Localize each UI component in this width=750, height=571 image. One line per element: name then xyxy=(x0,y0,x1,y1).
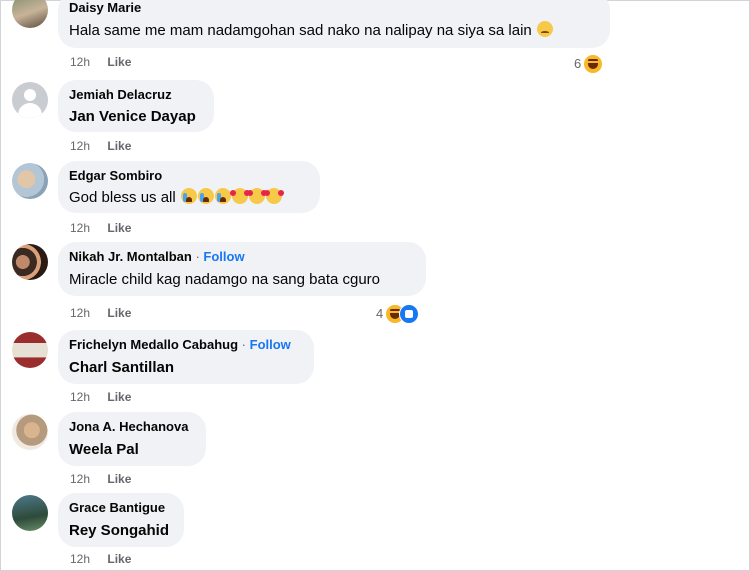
comment-time[interactable]: 12h xyxy=(70,552,90,566)
like-button[interactable]: Like xyxy=(107,472,131,486)
like-reaction-icon xyxy=(399,303,420,324)
separator-dot: · xyxy=(241,337,246,352)
haha-reaction-icon xyxy=(583,53,604,74)
comment-mention[interactable]: Weela Pal xyxy=(69,441,139,458)
comment-author[interactable]: Frichelyn Medallo Cabahug xyxy=(69,337,238,352)
like-button[interactable]: Like xyxy=(107,221,131,235)
comment-actions: 12h Like xyxy=(70,552,131,566)
like-button[interactable]: Like xyxy=(107,55,131,69)
avatar[interactable] xyxy=(12,82,48,118)
avatar[interactable] xyxy=(12,495,48,531)
like-button[interactable]: Like xyxy=(107,139,131,153)
comment-time[interactable]: 12h xyxy=(70,390,90,404)
like-button[interactable]: Like xyxy=(107,306,131,320)
comment-time[interactable]: 12h xyxy=(70,306,90,320)
comment-author[interactable]: Jemiah Delacruz xyxy=(69,87,172,102)
smiling-hearts-emoji-icon xyxy=(246,188,267,204)
avatar[interactable] xyxy=(12,414,48,450)
crying-emoji-icon xyxy=(214,188,231,204)
avatar[interactable] xyxy=(12,163,48,199)
like-button[interactable]: Like xyxy=(107,552,131,566)
default-avatar-head-icon xyxy=(24,89,36,101)
comment-text: Miracle child kag nadamgo na sang bata c… xyxy=(69,271,381,288)
comment-bubble: Jona A. Hechanova Weela Pal xyxy=(58,412,206,466)
comment-mention[interactable]: Rey Songahid xyxy=(69,522,169,539)
comment-text: God bless us all xyxy=(69,189,176,206)
reaction-count: 6 xyxy=(574,55,582,71)
comment-actions: 12h Like xyxy=(70,390,131,404)
reaction-summary[interactable]: 6 xyxy=(574,53,604,74)
avatar[interactable] xyxy=(12,0,48,28)
comment-bubble: Edgar Sombiro God bless us all xyxy=(58,161,320,213)
comment-bubble: Daisy Marie Hala same me mam nadamgohan … xyxy=(58,0,610,48)
reaction-summary[interactable]: 4 xyxy=(376,303,420,324)
comment-author[interactable]: Jona A. Hechanova xyxy=(69,419,188,434)
avatar[interactable] xyxy=(12,244,48,280)
comment-time[interactable]: 12h xyxy=(70,221,90,235)
comment-author[interactable]: Daisy Marie xyxy=(69,0,141,15)
smiling-hearts-emoji-icon xyxy=(263,188,284,204)
separator-dot: · xyxy=(195,249,200,264)
avatar[interactable] xyxy=(12,332,48,368)
comment-author[interactable]: Nikah Jr. Montalban xyxy=(69,249,192,264)
comment-actions: 12h Like xyxy=(70,221,131,235)
pensive-emoji-icon xyxy=(536,21,553,37)
comment-bubble: Nikah Jr. Montalban · Follow Miracle chi… xyxy=(58,242,426,296)
comment-text: Hala same me mam nadamgohan sad nako na … xyxy=(69,22,532,39)
comment-time[interactable]: 12h xyxy=(70,55,90,69)
comment-bubble: Jemiah Delacruz Jan Venice Dayap xyxy=(58,80,214,132)
comment-bubble: Grace Bantigue Rey Songahid xyxy=(58,493,184,547)
comment-bubble: Frichelyn Medallo Cabahug · Follow Charl… xyxy=(58,330,314,384)
comment-author[interactable]: Grace Bantigue xyxy=(69,500,165,515)
comment-actions: 12h Like xyxy=(70,306,131,320)
comment-actions: 12h Like xyxy=(70,55,131,69)
follow-button[interactable]: Follow xyxy=(250,337,291,352)
crying-emoji-icon xyxy=(180,188,197,204)
comment-time[interactable]: 12h xyxy=(70,139,90,153)
comment-actions: 12h Like xyxy=(70,472,131,486)
follow-button[interactable]: Follow xyxy=(203,249,244,264)
reaction-count: 4 xyxy=(376,305,384,321)
crying-emoji-icon xyxy=(197,188,214,204)
comment-mention[interactable]: Charl Santillan xyxy=(69,359,174,376)
comment-author[interactable]: Edgar Sombiro xyxy=(69,168,162,183)
comment-actions: 12h Like xyxy=(70,139,131,153)
smiling-hearts-emoji-icon xyxy=(229,188,250,204)
like-button[interactable]: Like xyxy=(107,390,131,404)
comment-mention[interactable]: Jan Venice Dayap xyxy=(69,108,196,125)
comment-time[interactable]: 12h xyxy=(70,472,90,486)
default-avatar-body-icon xyxy=(18,103,42,118)
